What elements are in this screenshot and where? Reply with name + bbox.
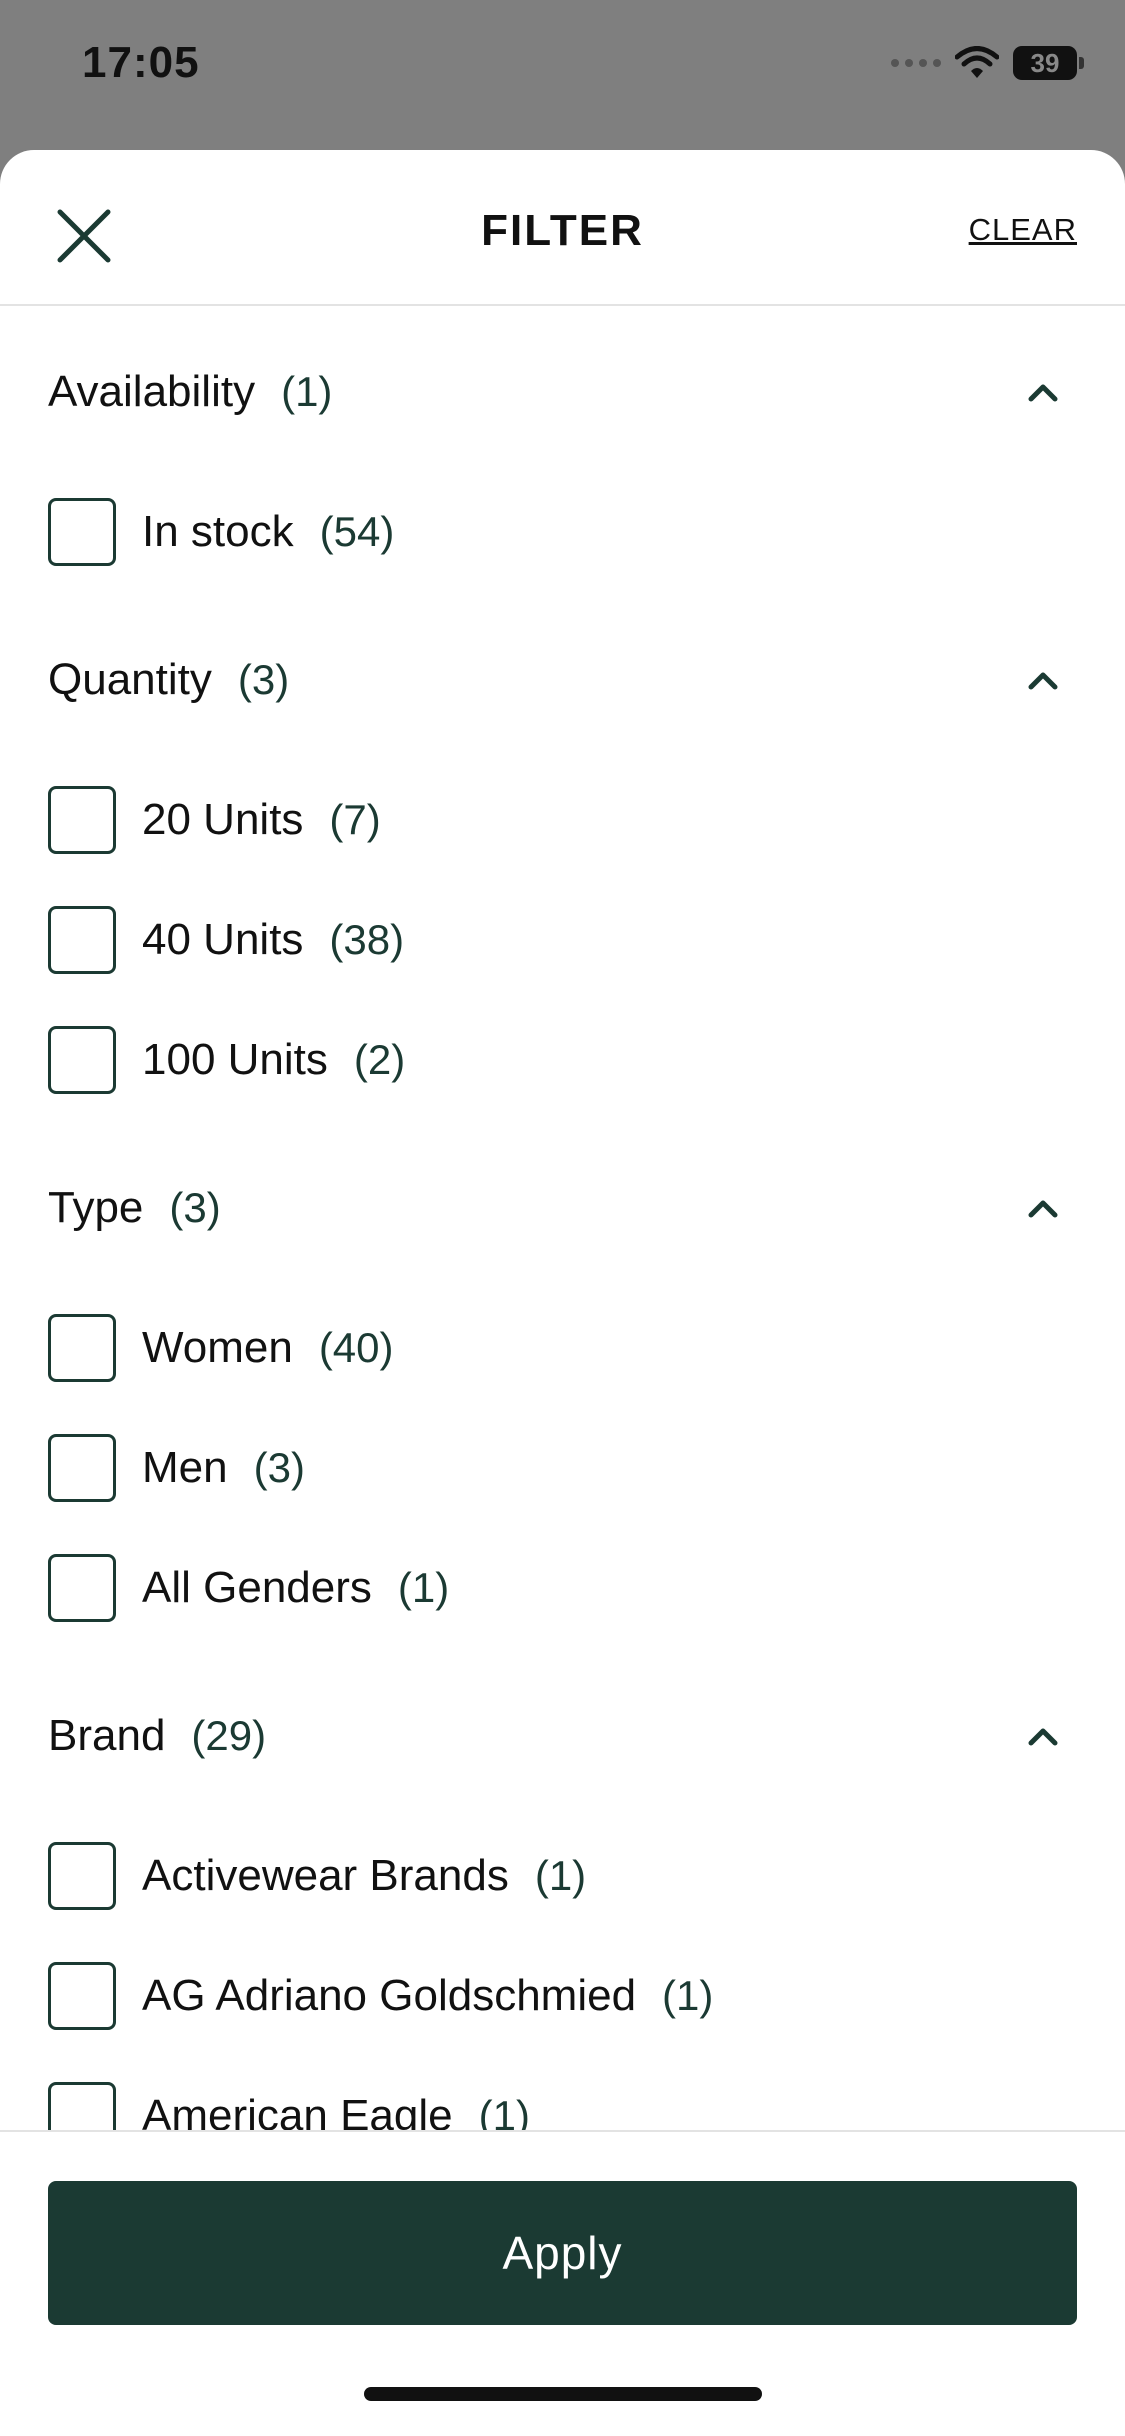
filter-option-activewear-brands[interactable]: Activewear Brands (1) <box>48 1840 586 1912</box>
chevron-up-icon <box>1028 384 1058 402</box>
checkbox[interactable] <box>48 1554 116 1622</box>
checkbox[interactable] <box>48 498 116 566</box>
section-header-quantity[interactable]: Quantity (3) <box>48 650 1077 710</box>
option-label: Men (3) <box>142 1443 305 1492</box>
home-indicator[interactable] <box>364 2387 762 2401</box>
section-title: Type <box>48 1183 144 1232</box>
filter-list[interactable]: Availability (1) In stock (54) Quantity (3)… <box>0 306 1125 2130</box>
sheet-title: FILTER <box>481 206 644 255</box>
option-label: In stock (54) <box>142 507 395 556</box>
section-header-availability[interactable]: Availability (1) <box>48 362 1077 422</box>
battery-level: 39 <box>1030 47 1060 78</box>
option-label: American Eagle (1) <box>142 2091 530 2130</box>
chevron-up-icon <box>1028 1728 1058 1746</box>
filter-option-women[interactable]: Women (40) <box>48 1312 394 1384</box>
section-header-brand[interactable]: Brand (29) <box>48 1706 1077 1766</box>
checkbox[interactable] <box>48 906 116 974</box>
filter-option-all-genders[interactable]: All Genders (1) <box>48 1552 449 1624</box>
option-label: 20 Units (7) <box>142 795 381 844</box>
section-count: (29) <box>191 1712 267 1759</box>
checkbox[interactable] <box>48 1434 116 1502</box>
section-header-type[interactable]: Type (3) <box>48 1178 1077 1238</box>
section-count: (3) <box>237 656 290 703</box>
checkbox[interactable] <box>48 2082 116 2130</box>
checkbox[interactable] <box>48 1026 116 1094</box>
status-time: 17:05 <box>82 38 200 87</box>
section-title: Quantity <box>48 655 212 704</box>
option-label: AG Adriano Goldschmied (1) <box>142 1971 714 2020</box>
checkbox[interactable] <box>48 786 116 854</box>
filter-option-ag-adriano-goldschmied[interactable]: AG Adriano Goldschmied (1) <box>48 1960 713 2032</box>
cellular-signal-icon <box>891 59 941 67</box>
apply-button[interactable]: Apply <box>48 2181 1077 2325</box>
chevron-up-icon <box>1028 672 1058 690</box>
sheet-header: FILTER CLEAR <box>0 150 1125 306</box>
filter-option-20-units[interactable]: 20 Units (7) <box>48 784 381 856</box>
section-title: Brand <box>48 1711 166 1760</box>
section-title: Availability <box>48 367 256 416</box>
status-bar: 17:05 39 <box>0 0 1125 150</box>
battery-icon: 39 <box>1013 46 1084 80</box>
filter-option-100-units[interactable]: 100 Units (2) <box>48 1024 405 1096</box>
option-label: Women (40) <box>142 1323 394 1372</box>
status-icons: 39 <box>891 46 1084 80</box>
option-label: 100 Units (2) <box>142 1035 406 1084</box>
filter-sheet: FILTER CLEAR Availability (1) In stock (54… <box>0 150 1125 2436</box>
option-label: All Genders (1) <box>142 1563 450 1612</box>
section-count: (1) <box>281 368 333 415</box>
option-label: 40 Units (38) <box>142 915 405 964</box>
clear-button[interactable]: CLEAR <box>969 212 1077 248</box>
checkbox[interactable] <box>48 1314 116 1382</box>
checkbox[interactable] <box>48 1962 116 2030</box>
filter-option-american-eagle[interactable]: American Eagle (1) <box>48 2080 530 2130</box>
chevron-up-icon <box>1028 1200 1058 1218</box>
filter-option-men[interactable]: Men (3) <box>48 1432 305 1504</box>
filter-option-40-units[interactable]: 40 Units (38) <box>48 904 404 976</box>
option-label: Activewear Brands (1) <box>142 1851 587 1900</box>
filter-option-in-stock[interactable]: In stock (54) <box>48 496 394 568</box>
sheet-footer: Apply <box>0 2130 1125 2436</box>
checkbox[interactable] <box>48 1842 116 1910</box>
section-count: (3) <box>169 1184 221 1231</box>
wifi-icon <box>955 46 999 78</box>
